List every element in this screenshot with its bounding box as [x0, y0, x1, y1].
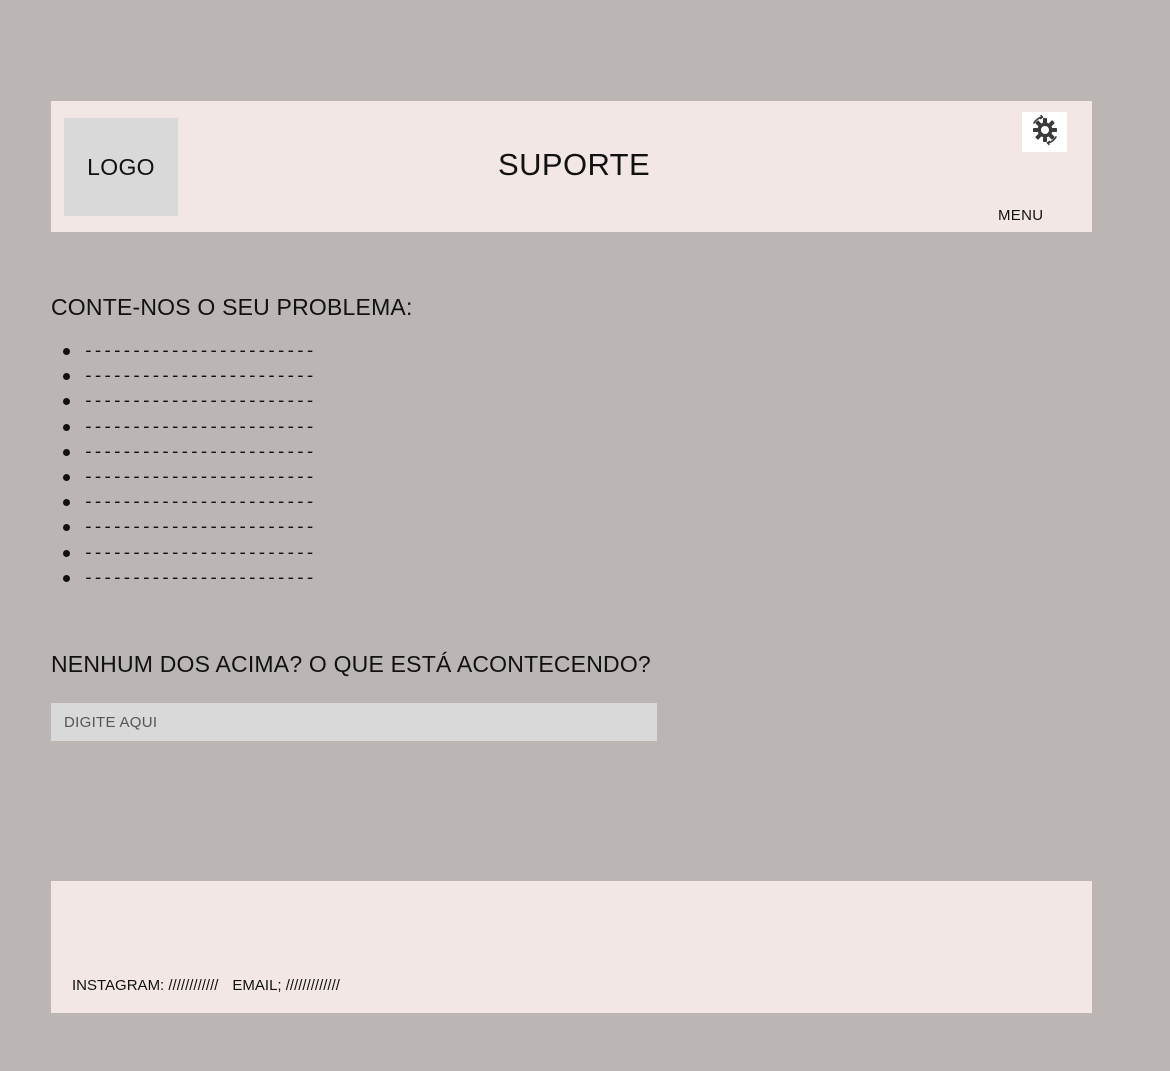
problem-heading: CONTE-NOS O SEU PROBLEMA: [51, 294, 413, 320]
footer-contacts: INSTAGRAM: //////////// EMAIL; //////////… [72, 977, 340, 994]
problem-option[interactable]: ------------------------ [60, 516, 315, 541]
problem-list: ------------------------ ---------------… [60, 340, 315, 592]
problem-option[interactable]: ------------------------ [60, 567, 315, 592]
problem-option[interactable]: ------------------------ [60, 441, 315, 466]
logo-text: LOGO [87, 153, 155, 180]
problem-option[interactable]: ------------------------ [60, 466, 315, 491]
problem-option[interactable]: ------------------------ [60, 416, 315, 441]
menu-button[interactable]: MENU [998, 207, 1043, 224]
problem-option[interactable]: ------------------------ [60, 390, 315, 415]
settings-button[interactable] [1022, 112, 1067, 152]
logo[interactable]: LOGO [64, 118, 178, 216]
problem-description-input[interactable] [51, 703, 657, 741]
instagram-link[interactable]: INSTAGRAM: //////////// [72, 977, 218, 994]
email-link[interactable]: EMAIL; ///////////// [232, 977, 340, 994]
header-bar: LOGO SUPORTE MENU [51, 101, 1092, 232]
gear-refresh-icon [1028, 113, 1062, 152]
problem-option[interactable]: ------------------------ [60, 491, 315, 516]
problem-option[interactable]: ------------------------ [60, 365, 315, 390]
other-problem-heading: NENHUM DOS ACIMA? O QUE ESTÁ ACONTECENDO… [51, 651, 651, 677]
footer: INSTAGRAM: //////////// EMAIL; //////////… [51, 881, 1092, 1013]
page-title: SUPORTE [498, 147, 651, 182]
problem-option[interactable]: ------------------------ [60, 542, 315, 567]
problem-option[interactable]: ------------------------ [60, 340, 315, 365]
